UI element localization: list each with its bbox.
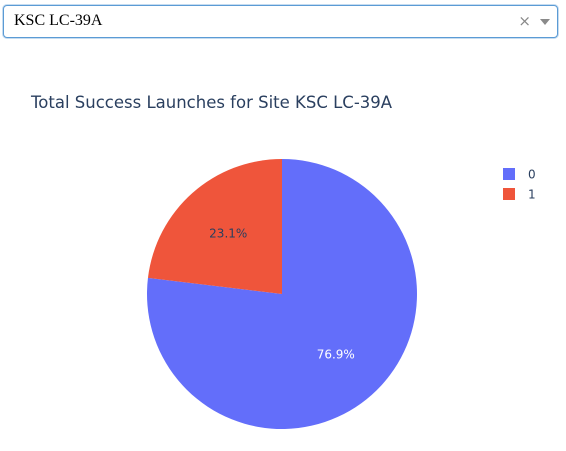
legend-swatch-0 <box>503 168 515 180</box>
pie-chart: 76.9% 23.1% 0 1 <box>147 159 536 429</box>
legend-label-1: 1 <box>528 188 536 202</box>
legend-label-0: 0 <box>528 168 536 182</box>
slice-label-0: 76.9% <box>317 348 355 362</box>
legend-item-0[interactable]: 0 <box>503 168 536 182</box>
legend-swatch-1 <box>503 188 515 200</box>
slice-label-1: 23.1% <box>209 226 247 240</box>
legend-item-1[interactable]: 1 <box>503 188 536 202</box>
